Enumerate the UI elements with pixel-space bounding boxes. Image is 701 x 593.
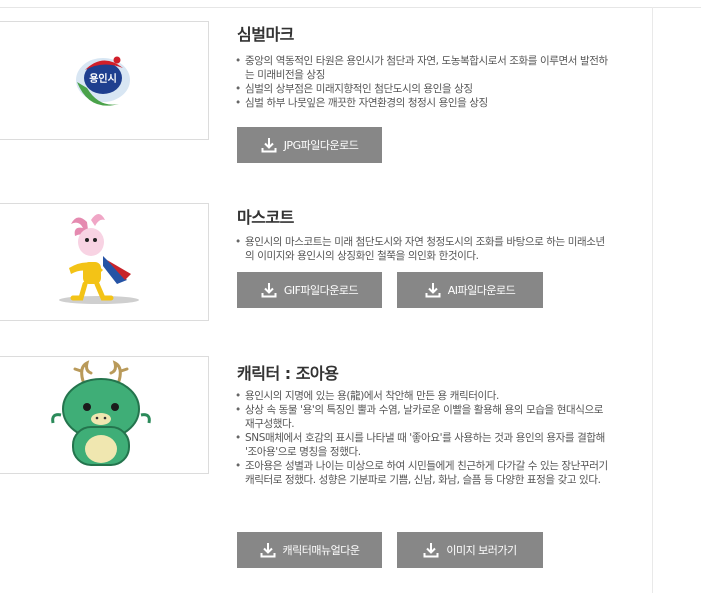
logo-text: 용인시	[89, 72, 117, 85]
button-label: 캐릭터매뉴얼다운	[282, 544, 360, 557]
section-title-symbol: 심벌마크	[237, 25, 294, 44]
gif-download-button[interactable]: GIF파일다운로드	[237, 272, 382, 308]
list-item: 조아용은 성별과 나이는 미상으로 하여 시민들에게 친근하게 다가갈 수 있는…	[233, 459, 613, 487]
right-divider	[652, 7, 653, 593]
mascot-image	[59, 214, 139, 304]
list-item: SNS매체에서 호감의 표시를 나타낼 때 '좋아요'를 사용하는 것과 용인의…	[233, 431, 613, 459]
jpg-download-button[interactable]: JPG파일다운로드	[237, 127, 382, 163]
view-images-button[interactable]: 이미지 보러가기	[397, 532, 543, 568]
download-icon	[423, 543, 439, 558]
download-icon	[425, 283, 441, 298]
button-label: 이미지 보러가기	[446, 544, 517, 557]
button-label: AI파일다운로드	[447, 284, 516, 297]
section-title-mascot: 마스코트	[237, 208, 294, 227]
download-icon	[260, 543, 276, 558]
button-label: JPG파일다운로드	[283, 139, 359, 152]
list-item: 용인시의 마스코트는 미래 첨단도시와 자연 청정도시의 조화를 바탕으로 하는…	[233, 235, 613, 263]
download-icon	[261, 138, 277, 153]
character-description-list: 용인시의 지명에 있는 용(龍)에서 착안해 만든 용 캐릭터이다. 상상 속 …	[233, 389, 613, 487]
symbol-description-list: 중앙의 역동적인 타원은 용인시가 첨단과 자연, 도농복합시로서 조화를 이루…	[233, 54, 613, 110]
button-label: GIF파일다운로드	[283, 284, 359, 297]
list-item: 심벌의 상부점은 미래지향적인 첨단도시의 용인을 상징	[233, 82, 613, 96]
mascot-description-list: 용인시의 마스코트는 미래 첨단도시와 자연 청정도시의 조화를 바탕으로 하는…	[233, 235, 613, 263]
character-image-box	[0, 356, 209, 474]
top-divider	[0, 7, 701, 8]
character-manual-download-button[interactable]: 캐릭터매뉴얼다운	[237, 532, 382, 568]
list-item: 용인시의 지명에 있는 용(龍)에서 착안해 만든 용 캐릭터이다.	[233, 389, 613, 403]
list-item: 심벌 하부 나뭇잎은 깨끗한 자연환경의 청정시 용인을 상징	[233, 96, 613, 110]
ai-download-button[interactable]: AI파일다운로드	[397, 272, 543, 308]
joayong-character-image	[51, 360, 151, 466]
symbol-mark-image-box: 용인시	[0, 21, 209, 140]
mascot-image-box	[0, 203, 209, 321]
download-icon	[261, 283, 277, 298]
list-item: 상상 속 동물 '용'의 특징인 뿔과 수염, 날카로운 이빨을 활용해 용의 …	[233, 403, 613, 431]
section-title-character: 캐릭터 : 조아용	[237, 364, 339, 383]
yongin-symbol-logo: 용인시	[76, 56, 130, 106]
list-item: 중앙의 역동적인 타원은 용인시가 첨단과 자연, 도농복합시로서 조화를 이루…	[233, 54, 613, 82]
